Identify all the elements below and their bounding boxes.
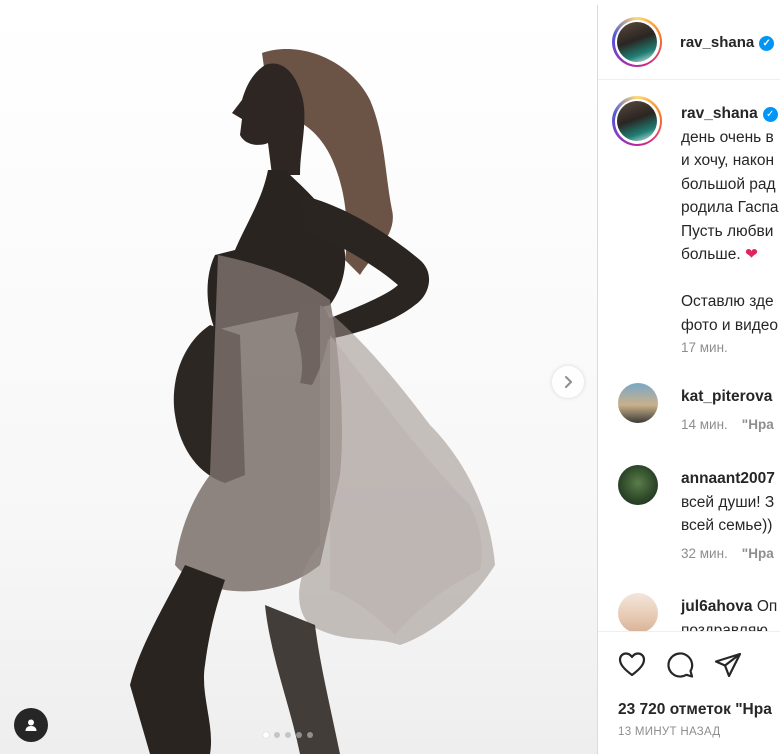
caption-line: фото и видео bbox=[681, 316, 779, 334]
avatar-image bbox=[617, 101, 657, 141]
commenter-username[interactable]: jul6ahova bbox=[681, 598, 753, 615]
caption-avatar[interactable] bbox=[612, 96, 662, 146]
caption-line: большой рад bbox=[681, 175, 776, 193]
commenter-avatar[interactable] bbox=[618, 465, 658, 505]
comment-text: kat_piterova bbox=[681, 385, 772, 409]
comment-line: всей души! З bbox=[681, 493, 775, 511]
carousel-dot bbox=[307, 732, 313, 738]
caption-line: и хочу, након bbox=[681, 152, 775, 169]
comment-meta: 32 мин. "Нра bbox=[681, 546, 774, 561]
comment-text: annaant2007 всей души! З всей семье)) bbox=[681, 467, 775, 538]
next-media-button[interactable] bbox=[552, 366, 584, 398]
author-username[interactable]: rav_shana ✓ bbox=[680, 34, 775, 51]
comment-icon[interactable] bbox=[666, 651, 694, 679]
caption-time[interactable]: 17 мин. bbox=[681, 340, 728, 355]
chevron-right-icon bbox=[565, 376, 572, 388]
comment-meta: 14 мин. "Нра bbox=[681, 417, 774, 432]
post-timestamp[interactable]: 13 МИНУТ НАЗАД bbox=[618, 726, 721, 738]
comment-time[interactable]: 32 мин. bbox=[681, 546, 728, 561]
post-media[interactable] bbox=[0, 5, 597, 754]
comment-like-count[interactable]: "Нра bbox=[742, 546, 774, 561]
caption-line: день очень в bbox=[681, 128, 774, 146]
action-icons bbox=[618, 651, 742, 679]
likes-count[interactable]: 23 720 отметок "Нра bbox=[618, 701, 772, 719]
caption-line: больше. bbox=[681, 246, 741, 263]
carousel-dot bbox=[285, 732, 291, 738]
avatar-image bbox=[617, 22, 657, 62]
tagged-users-button[interactable] bbox=[14, 708, 48, 742]
heart-icon[interactable] bbox=[618, 651, 646, 677]
carousel-dot bbox=[263, 732, 269, 738]
caption-text: rav_shana ✓ день очень в и хочу, након бо… bbox=[681, 102, 778, 337]
comment-like-count[interactable]: "Нра bbox=[742, 417, 774, 432]
post-header: rav_shana ✓ bbox=[598, 5, 780, 80]
comment-body: Оп bbox=[756, 598, 778, 615]
author-username-text[interactable]: rav_shana bbox=[680, 34, 754, 51]
action-bar: 23 720 отметок "Нра 13 МИНУТ НАЗАД bbox=[598, 631, 780, 754]
post-photo bbox=[130, 49, 495, 754]
user-tag-icon bbox=[25, 719, 37, 731]
carousel-dot bbox=[274, 732, 280, 738]
caption-line: Пусть любви bbox=[681, 222, 774, 240]
verified-icon: ✓ bbox=[759, 35, 775, 51]
commenter-avatar[interactable] bbox=[618, 383, 658, 423]
carousel-dot bbox=[296, 732, 302, 738]
caption-username[interactable]: rav_shana bbox=[681, 105, 758, 122]
commenter-avatar[interactable] bbox=[618, 593, 658, 633]
author-avatar[interactable] bbox=[612, 17, 662, 67]
carousel-indicator bbox=[263, 732, 313, 738]
caption-line: Оставлю зде bbox=[681, 293, 774, 310]
heart-emoji: ❤ bbox=[744, 246, 758, 263]
commenter-username[interactable]: annaant2007 bbox=[681, 470, 775, 487]
comment-time[interactable]: 14 мин. bbox=[681, 417, 728, 432]
verified-icon: ✓ bbox=[762, 107, 778, 122]
share-icon[interactable] bbox=[714, 651, 742, 679]
post-details-panel: rav_shana ✓ rav_shana ✓ день очень в и хоч… bbox=[598, 5, 780, 754]
caption-line: родила Гаспа bbox=[681, 199, 779, 216]
commenter-username[interactable]: kat_piterova bbox=[681, 388, 772, 405]
comment-line: всей семье)) bbox=[681, 517, 773, 534]
